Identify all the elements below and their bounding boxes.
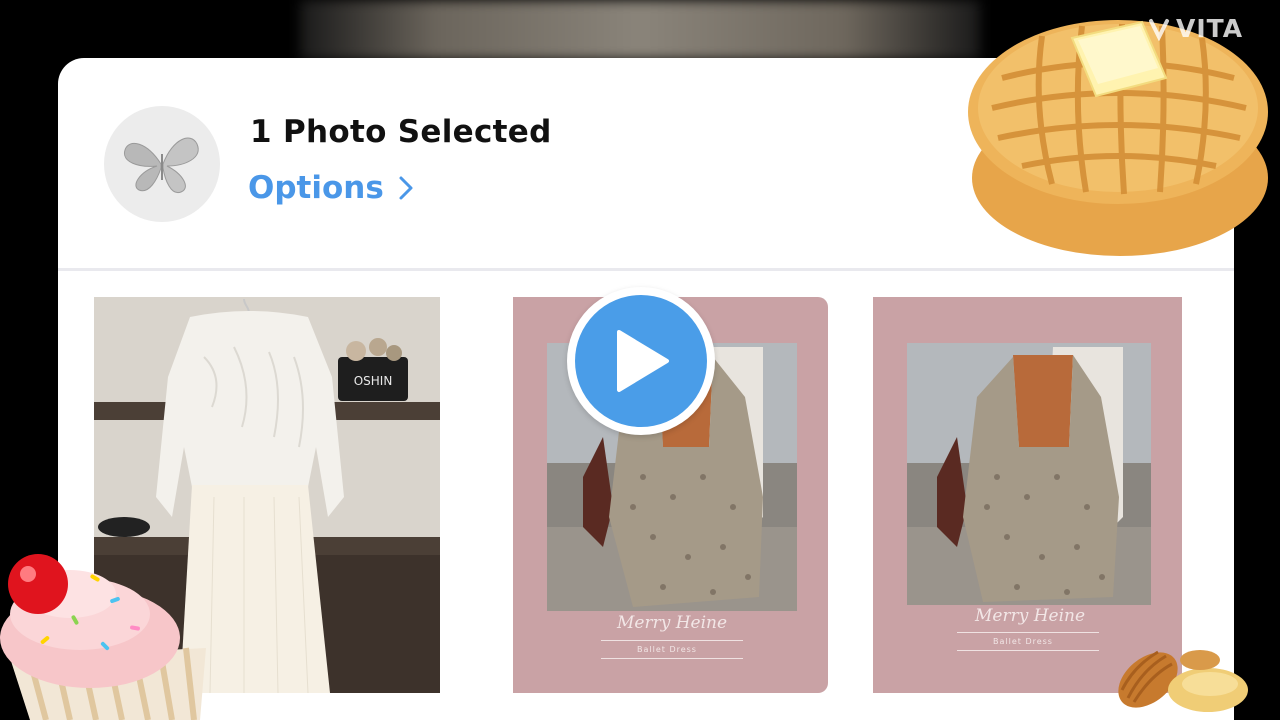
chevron-right-icon [399,176,413,200]
options-label: Options [248,170,384,206]
blurred-background [300,0,980,60]
play-icon [617,330,669,392]
play-button-circle [575,295,707,427]
selection-title: 1 Photo Selected [250,114,552,150]
vita-logo-icon [1149,18,1169,41]
cupcake-sticker [0,554,206,720]
caption-divider [957,632,1099,633]
photo-caption-script: Merry Heine [975,606,1086,626]
madeleine-sticker [1118,650,1248,712]
floral-dress-photo [907,343,1151,605]
butterfly-icon [123,137,199,194]
options-link[interactable]: Options [248,170,414,206]
avatar[interactable] [104,106,220,222]
photo-caption-script: Merry Heine [617,613,728,633]
caption-divider [601,640,743,641]
photo-thumbnail-3[interactable]: Merry Heine Ballet Dress [873,297,1182,693]
caption-divider [957,650,1099,651]
header-divider [58,268,1234,271]
bag-label: OSHIN [354,374,393,388]
watermark: VITA [1148,14,1243,43]
play-button[interactable] [567,287,715,435]
photo-caption-sub: Ballet Dress [993,637,1053,646]
watermark-text: VITA [1176,14,1244,43]
photo-caption-sub: Ballet Dress [637,645,697,654]
caption-divider [601,658,743,659]
waffle-sticker [968,20,1268,256]
